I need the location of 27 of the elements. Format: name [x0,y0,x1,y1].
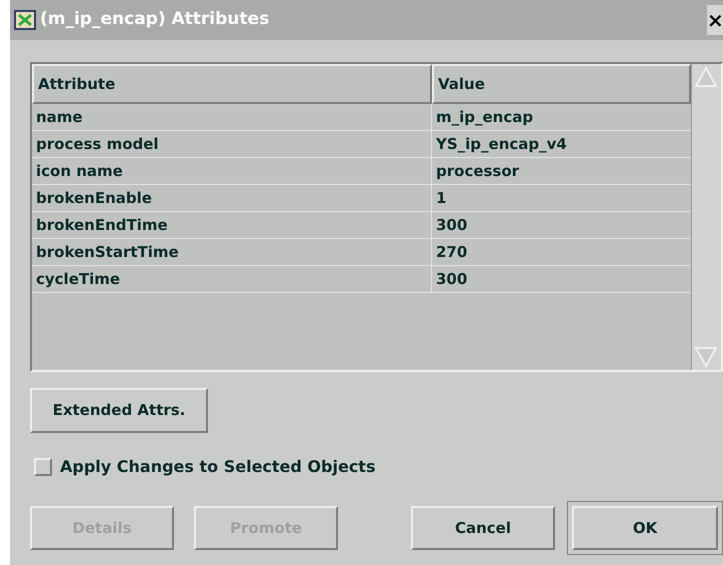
table-cell: icon name [32,158,432,184]
dialog-button[interactable]: OK [572,506,718,550]
table-cell-text: YS_ip_encap_v4 [435,134,568,155]
app-icon [14,10,36,30]
scroll-down-icon[interactable] [692,344,720,370]
table-cell: process model [32,131,432,157]
column-header[interactable]: Attribute [32,64,432,104]
table-cell-text: 300 [435,268,468,290]
checkbox-label[interactable]: Apply Changes to Selected Objects [60,455,376,479]
table-cell-text: 1 [435,188,448,209]
checkbox[interactable] [34,458,52,476]
table-cell-text: m_ip_encap [435,106,534,128]
table-cell-text: 270 [435,242,468,263]
dialog-button[interactable]: Cancel [411,506,555,550]
table-cell: name [32,104,432,130]
table-cell: brokenEndTime [32,212,432,238]
close-button[interactable]: × [707,5,723,35]
extended-attrs-button[interactable]: Extended Attrs. [30,388,208,433]
window-title: (m_ip_encap) Attributes [40,8,270,32]
scroll-up-icon[interactable] [692,64,720,90]
table-cell: brokenStartTime [32,239,432,265]
table-cell: cycleTime [32,266,432,292]
table-cell-text: 300 [435,214,468,236]
column-header[interactable]: Value [432,64,691,104]
table-cell-text: processor [435,160,520,182]
table-cell: brokenEnable [32,185,432,211]
scrollbar[interactable] [691,64,721,370]
